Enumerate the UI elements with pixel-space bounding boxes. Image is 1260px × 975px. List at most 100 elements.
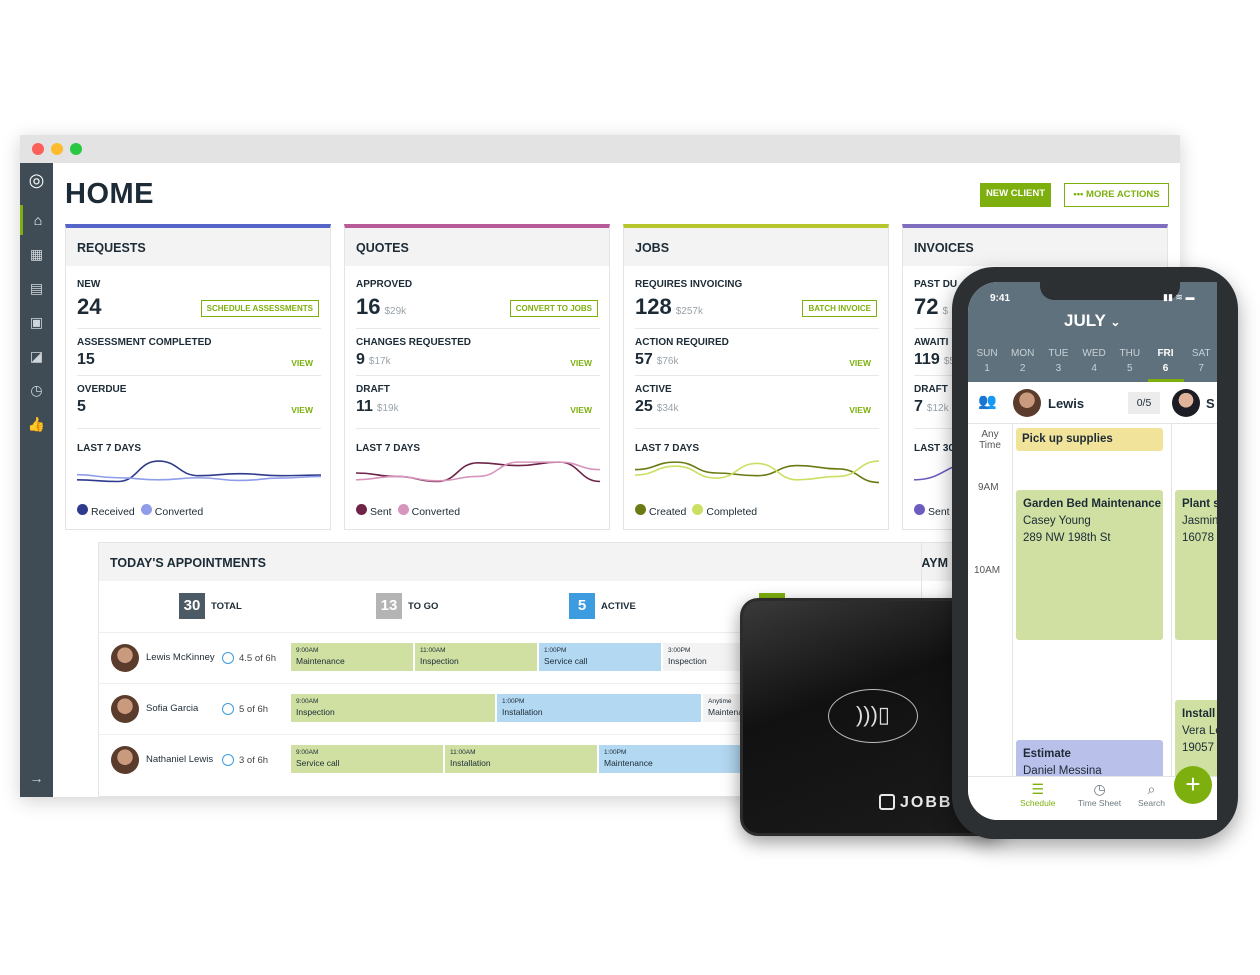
minimize-window-button[interactable] [51, 143, 63, 155]
home-icon[interactable]: ⌂ [20, 205, 53, 235]
metric-label: DRAFT [914, 384, 948, 395]
day-thu[interactable]: THU 5 [1112, 346, 1148, 376]
staff-row: 👥 Lewis 0/5 S [968, 382, 1217, 424]
legend-swatch [77, 504, 88, 515]
appointment-type: Inspection [420, 656, 459, 666]
metric-amount: $76k [656, 356, 679, 367]
appointment-block[interactable]: 9:00AM Service call [291, 745, 445, 773]
series-line-completed [635, 460, 879, 481]
month-selector[interactable]: JULY ⌄ [1064, 311, 1120, 331]
day-number: 6 [1162, 363, 1169, 374]
metric-number: 5 [77, 398, 86, 415]
clients-icon[interactable]: ▤ [20, 273, 53, 303]
view-link[interactable]: VIEW [291, 405, 313, 415]
visit-title: Plant sh [1182, 498, 1217, 510]
avatar [111, 644, 139, 672]
view-link[interactable]: VIEW [570, 358, 592, 368]
metric-label: ACTION REQUIRED [635, 337, 729, 348]
day-tue[interactable]: TUE 3 [1040, 346, 1076, 376]
metric-label: OVERDUE [77, 384, 127, 395]
hours-label: 4.5 of 6h [239, 652, 276, 664]
staff-name: S [1206, 396, 1215, 411]
appointment-block[interactable]: 11:00AM Inspection [415, 643, 539, 671]
card-action-button[interactable]: CONVERT TO JOBS [509, 300, 598, 317]
visit-plant[interactable]: Plant sh Jasmine 16078 2 [1175, 490, 1217, 640]
staff-name: Lewis McKinney [146, 652, 215, 663]
appointment-block[interactable]: 1:00PM Maintenance [599, 745, 753, 773]
card-action-button[interactable]: SCHEDULE ASSESSMENTS [200, 300, 319, 317]
card-title: INVOICES [903, 228, 1167, 266]
more-actions-button[interactable]: ••• MORE ACTIONS [1064, 183, 1169, 207]
close-window-button[interactable] [32, 143, 44, 155]
clock-icon [222, 754, 234, 766]
metric-label: NEW [77, 279, 101, 290]
more-actions-label: MORE ACTIONS [1086, 189, 1160, 200]
tab-label: Schedule [1020, 798, 1056, 808]
appointment-block[interactable]: 11:00AM Installation [445, 745, 599, 773]
view-link[interactable]: VIEW [849, 405, 871, 415]
visit-garden-bed-maintenance[interactable]: Garden Bed Maintenance Casey Young 289 NW … [1016, 490, 1163, 640]
expand-sidebar-icon[interactable]: → [20, 763, 53, 793]
reviews-icon[interactable]: 👍 [20, 409, 53, 439]
reports-icon[interactable]: ◪ [20, 341, 53, 371]
day-mon[interactable]: MON 2 [1005, 346, 1041, 376]
metric-value: 24 [77, 294, 105, 320]
tab-search[interactable]: ⌕ Search [1138, 781, 1165, 808]
tab-time-sheet[interactable]: ◷ Time Sheet [1078, 781, 1121, 808]
appointment-type: Installation [450, 758, 491, 768]
new-client-button[interactable]: NEW CLIENT [980, 183, 1051, 207]
team-icon[interactable]: 👥 [978, 392, 997, 410]
day-name: SAT [1191, 348, 1211, 359]
sidebar: ◎ ⌂ ▦ ▤ ▣ ◪ ◷ 👍 → [20, 163, 53, 797]
view-link[interactable]: VIEW [291, 358, 313, 368]
view-link[interactable]: VIEW [849, 358, 871, 368]
legend-swatch [692, 504, 704, 515]
add-fab-button[interactable]: + [1174, 766, 1212, 804]
staff-name: Lewis [1048, 396, 1085, 411]
view-link[interactable]: VIEW [570, 405, 592, 415]
day-fri[interactable]: FRI 6 [1148, 346, 1184, 376]
day-sat[interactable]: SAT 7 [1183, 346, 1217, 376]
phone-device: 9:41 ▮▮ ≋ ▬ JULY ⌄ SUN 1 MON 2 TUE 3 WED 4 THU 5 F… [952, 267, 1238, 839]
task-pick-up-supplies[interactable]: Pick up supplies [1016, 428, 1163, 451]
calendar-icon[interactable]: ▦ [20, 239, 53, 269]
staff-name: Sofia Garcia [146, 703, 199, 714]
legend-swatch [914, 504, 925, 515]
timesheet-icon[interactable]: ◷ [20, 375, 53, 405]
quotes-card: QUOTES APPROVED 16 $29k CONVERT TO JOBS C… [344, 224, 610, 530]
jobs-card: JOBS REQUIRES INVOICING 128 $257k BATCH I… [623, 224, 889, 530]
card-action-button[interactable]: BATCH INVOICE [802, 300, 877, 317]
metric-amount: $34k [656, 403, 679, 414]
tab-schedule[interactable]: ☰ Schedule [1020, 781, 1055, 808]
jobs-icon[interactable]: ▣ [20, 307, 53, 337]
legend-label: Completed [706, 506, 758, 518]
clock-icon: ◷ [1093, 781, 1106, 797]
metric-label: CHANGES REQUESTED [356, 337, 472, 348]
appointment-time: 1:00PM [544, 647, 567, 654]
day-number: 7 [1198, 363, 1204, 374]
jobber-logo-icon[interactable]: ◎ [20, 165, 53, 195]
day-name: THU [1119, 348, 1141, 359]
metric-label: PAST DU [914, 279, 958, 290]
contactless-icon: )))▯ [828, 689, 918, 743]
divider [635, 428, 879, 429]
metric-amount: $12k [926, 403, 949, 414]
card-title: QUOTES [345, 228, 609, 266]
tab-label: Search [1138, 798, 1165, 808]
metric-amount: $257k [675, 306, 703, 317]
day-number: 3 [1055, 363, 1062, 374]
day-sun[interactable]: SUN 1 [969, 346, 1005, 376]
appointment-block[interactable]: 1:00PM Installation [497, 694, 703, 722]
series-line-sent [356, 461, 600, 483]
quotes-trend-chart [356, 461, 600, 483]
metric-value: 25 $34k [635, 398, 678, 416]
stat-value: 5 [569, 593, 595, 619]
metric-value: 128 $257k [635, 294, 703, 320]
appointment-time: 11:00AM [450, 749, 476, 756]
day-wed[interactable]: WED 4 [1076, 346, 1112, 376]
appointment-block[interactable]: 1:00PM Service call [539, 643, 663, 671]
maximize-window-button[interactable] [70, 143, 82, 155]
appointment-block[interactable]: 9:00AM Maintenance [291, 643, 415, 671]
search-icon: ⌕ [1147, 781, 1156, 797]
appointment-block[interactable]: 9:00AM Inspection [291, 694, 497, 722]
